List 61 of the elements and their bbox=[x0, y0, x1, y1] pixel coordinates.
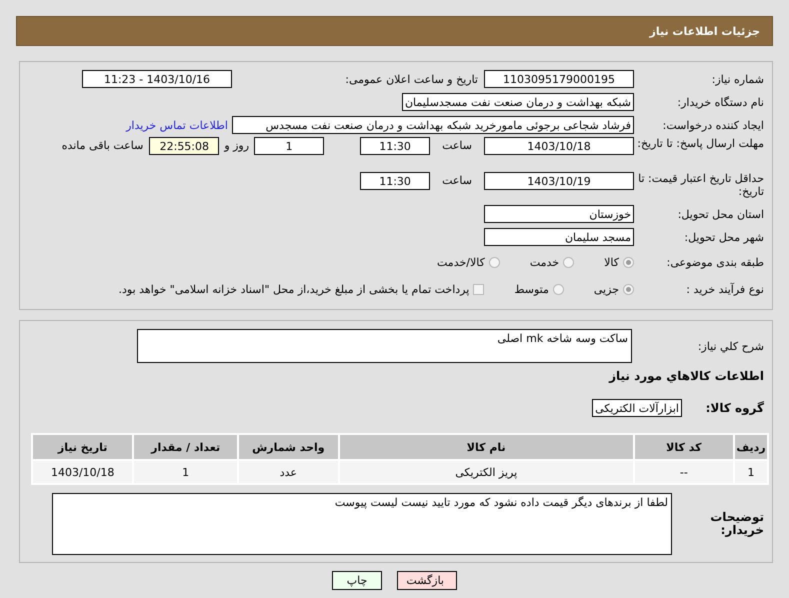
province-field[interactable]: خوزستان bbox=[484, 205, 634, 223]
field-label: مهلت ارسال پاسخ: تا تاریخ: bbox=[636, 137, 765, 150]
time-field[interactable]: 11:30 bbox=[360, 137, 430, 155]
city-field[interactable]: مسجد سلیمان bbox=[484, 228, 634, 246]
radio-label: کالا bbox=[604, 256, 619, 268]
requester-field[interactable]: فرشاد شجاعی برجوئی مامورخرید شبکه بهداشت و درمان صنعت نفت مسجدس bbox=[232, 116, 634, 134]
remaining-time-field[interactable]: 22:55:08 bbox=[149, 137, 220, 155]
page-title: جزئیات اطلاعات نیاز bbox=[650, 24, 760, 38]
column-header: کد کالا bbox=[634, 434, 734, 460]
column-header: تاریخ نیاز bbox=[32, 434, 134, 460]
field-label: توضیحات خریدار: bbox=[709, 511, 765, 537]
column-header: ردیف bbox=[734, 434, 768, 460]
description-field[interactable]: ساکت وسه شاخه mk اصلی bbox=[137, 329, 632, 363]
table-cell: 1 bbox=[734, 460, 768, 484]
radio-label: کالا/خدمت bbox=[437, 256, 485, 268]
buyer-notes-field[interactable]: لطفا از برندهای دیگر قیمت داده نشود که مورد تایید نیست لیست پیوست bbox=[52, 493, 672, 555]
back-button[interactable]: بازگشت bbox=[397, 571, 457, 590]
buyer-org-field[interactable]: شبکه بهداشت و درمان صنعت نفت مسجدسلیمان bbox=[402, 93, 634, 111]
field-label: تاریخ و ساعت اعلان عمومی: bbox=[344, 72, 478, 86]
time-label: ساعت bbox=[442, 174, 472, 187]
field-label: گروه کالا: bbox=[704, 402, 765, 414]
field-label: ایجاد کننده درخواست: bbox=[662, 118, 765, 132]
radio-button[interactable] bbox=[552, 284, 564, 294]
radio-label: جزیی bbox=[594, 282, 619, 296]
field-label: حداقل تاریخ اعتبار قیمت: تا تاریخ: bbox=[637, 172, 765, 198]
field-label: نام دستگاه خریدار: bbox=[676, 96, 765, 108]
field-label: شرح کلي نياز: bbox=[696, 340, 765, 352]
radio-button[interactable] bbox=[488, 256, 500, 268]
radio-button[interactable] bbox=[623, 256, 634, 268]
days-label: روز و bbox=[224, 139, 250, 152]
field-label: شماره نیاز: bbox=[710, 72, 765, 86]
table-cell: 1 bbox=[133, 460, 238, 484]
field-label: نوع فرآیند خرید : bbox=[685, 282, 765, 296]
radio-button[interactable] bbox=[623, 284, 634, 294]
time-field[interactable]: 11:30 bbox=[360, 172, 430, 190]
checkbox[interactable] bbox=[473, 284, 484, 294]
date-field[interactable]: 1403/10/19 bbox=[484, 172, 634, 190]
column-header: تعداد / مقدار bbox=[133, 434, 238, 460]
announce-date-field[interactable]: 1403/10/16 - 11:23 bbox=[82, 70, 232, 88]
need-number-field[interactable]: 1103095179000195 bbox=[484, 70, 634, 88]
remaining-label: ساعت باقی مانده bbox=[62, 139, 144, 152]
radio-label: متوسط bbox=[514, 282, 549, 296]
print-button[interactable]: چاپ bbox=[332, 571, 382, 590]
time-label: ساعت bbox=[442, 139, 472, 152]
table-cell: پریز الکتریکی bbox=[338, 460, 634, 484]
table-cell: -- bbox=[634, 460, 734, 484]
column-header: نام کالا bbox=[338, 434, 634, 460]
column-header: واحد شمارش bbox=[238, 434, 339, 460]
radio-label: خدمت bbox=[530, 256, 560, 268]
goods-group-field[interactable]: ابزارآلات الکتریکی bbox=[592, 399, 682, 417]
treasury-note: پرداخت تمام یا بخشی از مبلغ خرید،از محل "اسناد خزانه اسلامی" خواهد بود. bbox=[118, 282, 470, 296]
radio-button[interactable] bbox=[563, 256, 574, 268]
section-heading: اطلاعات كالاهاي مورد نياز bbox=[609, 369, 764, 383]
table-cell: 1403/10/18 bbox=[32, 460, 134, 484]
field-label: طبقه بندی موضوعی: bbox=[666, 256, 765, 268]
field-label: استان محل تحویل: bbox=[676, 208, 765, 220]
field-label: شهر محل تحویل: bbox=[683, 230, 765, 244]
days-field[interactable]: 1 bbox=[254, 137, 324, 155]
date-field[interactable]: 1403/10/18 bbox=[484, 137, 634, 155]
buyer-contact-link[interactable]: اطلاعات تماس خریدار bbox=[126, 118, 228, 132]
table-cell: عدد bbox=[238, 460, 339, 484]
